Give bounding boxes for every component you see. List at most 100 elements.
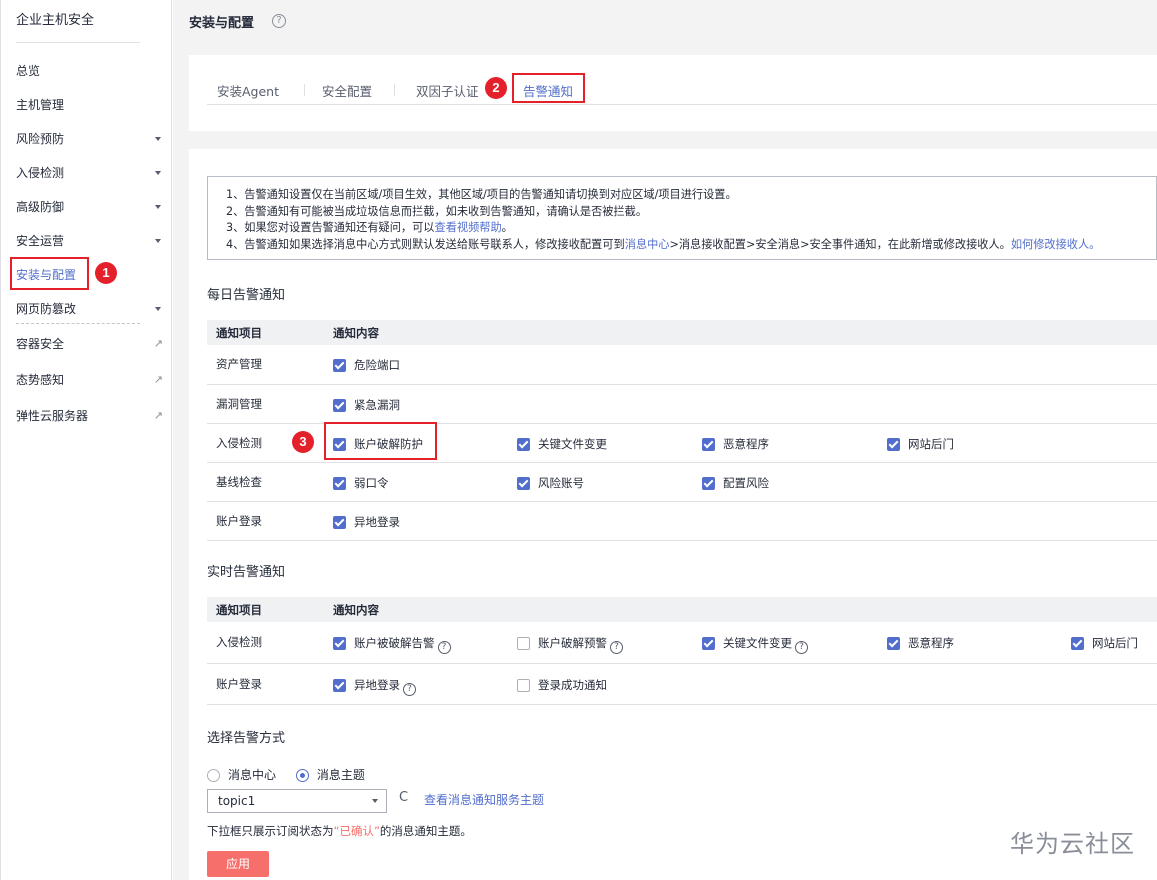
daily-alarm-title: 每日告警通知 <box>207 288 286 303</box>
checkbox-checked-icon <box>333 637 346 650</box>
checkbox-unchecked-icon <box>517 637 530 650</box>
row-label: 入侵检测 <box>207 622 324 664</box>
sidebar-item-intrusion-detection[interactable]: 入侵检测 <box>16 163 161 183</box>
topic-select[interactable]: topic1 <box>207 789 387 813</box>
highlight-box-step3 <box>324 422 437 460</box>
checkbox-checked-icon <box>702 637 715 650</box>
help-icon[interactable]: ? <box>610 641 623 654</box>
row-label: 账户登录 <box>207 663 324 705</box>
chevron-down-icon <box>372 799 378 803</box>
table-row: 漏洞管理 紧急漏洞 <box>207 384 1157 424</box>
external-link-icon: ↗ <box>153 409 163 422</box>
checkbox-checked-icon <box>1071 637 1084 650</box>
checkbox-malware[interactable]: 恶意程序 <box>887 635 954 651</box>
checkbox-config-risk[interactable]: 配置风险 <box>702 475 769 491</box>
row-label: 账户登录 <box>207 501 324 541</box>
help-icon[interactable]: ? <box>437 641 451 654</box>
checkbox-key-file-change[interactable]: 关键文件变更? <box>702 635 808 654</box>
sidebar-item-container-security[interactable]: 容器安全 ↗ <box>16 334 163 354</box>
refresh-icon[interactable]: C <box>399 790 408 805</box>
content-panel: 1、告警通知设置仅在当前区域/项目生效，其他区域/项目的告警通知请切换到对应区域… <box>189 149 1157 880</box>
checkbox-unchecked-icon <box>517 678 530 692</box>
checkbox-remote-login[interactable]: 异地登录 <box>333 514 400 530</box>
column-header: 通知内容 <box>324 597 1157 622</box>
checkbox-critical-vuln[interactable]: 紧急漏洞 <box>333 397 400 413</box>
tab-alarm-notification[interactable]: 告警通知 <box>523 81 573 100</box>
alarm-method-radio-group: 消息中心 消息主题 <box>207 766 365 783</box>
sidebar-item-situation-awareness[interactable]: 态势感知 ↗ <box>16 370 163 390</box>
checkbox-remote-login[interactable]: 异地登录? <box>333 677 416 696</box>
sidebar-item-risk-prevention[interactable]: 风险预防 <box>16 129 161 149</box>
realtime-alarm-title: 实时告警通知 <box>207 565 286 580</box>
sidebar-item-ecs[interactable]: 弹性云服务器 ↗ <box>16 406 163 426</box>
checkbox-checked-icon <box>333 515 346 529</box>
checkbox-key-file-change[interactable]: 关键文件变更 <box>517 436 607 452</box>
checkbox-webshell[interactable]: 网站后门 <box>887 436 954 452</box>
page-title: 安装与配置 <box>189 16 255 31</box>
checkbox-checked-icon <box>887 437 900 451</box>
sidebar-item-security-operations[interactable]: 安全运营 <box>16 231 161 251</box>
help-icon[interactable]: ? <box>272 14 286 28</box>
chevron-down-icon <box>155 137 161 141</box>
table-row: 基线检查 弱口令 风险账号 配置风险 <box>207 462 1157 502</box>
checkbox-checked-icon <box>517 437 530 451</box>
checkbox-account-cracked-alarm[interactable]: 账户被破解告警? <box>333 635 451 654</box>
checkbox-checked-icon <box>517 476 530 490</box>
sidebar-item-overview[interactable]: 总览 <box>16 61 161 81</box>
table-row: 入侵检测 账户被破解告警? 账户破解预警? 关键文件变更? 恶意程序 网站后门 <box>207 622 1157 664</box>
notice-line: 2、告警通知有可能被当成垃圾信息而拦截，如未收到告警通知，请确认是否被拦截。 <box>226 204 648 218</box>
tab-security-config[interactable]: 安全配置 <box>322 81 372 100</box>
checkbox-login-success-notify[interactable]: 登录成功通知 <box>517 677 607 693</box>
chevron-down-icon <box>155 307 161 311</box>
checkbox-checked-icon <box>333 678 346 692</box>
video-help-link[interactable]: 查看视频帮助 <box>435 221 502 234</box>
chevron-down-icon <box>155 171 161 175</box>
sidebar-item-host-management[interactable]: 主机管理 <box>16 95 161 115</box>
modify-recipient-link[interactable]: 如何修改接收人。 <box>1011 238 1101 251</box>
help-icon[interactable]: ? <box>403 682 416 696</box>
checkbox-checked-icon <box>702 437 715 451</box>
radio-selected-icon <box>295 769 309 782</box>
sidebar: 企业主机安全 总览 主机管理 风险预防 入侵检测 高级防御 安全运营 安装与配置… <box>0 0 172 880</box>
realtime-alarm-table: 通知项目 通知内容 入侵检测 账户被破解告警? 账户破解预警? 关键文件变更? … <box>207 597 1157 705</box>
help-icon[interactable]: ? <box>795 641 808 654</box>
checkbox-dangerous-port[interactable]: 危险端口 <box>333 357 400 373</box>
chevron-down-icon <box>155 205 161 209</box>
table-row: 账户登录 异地登录? 登录成功通知 <box>207 663 1157 705</box>
tabs-panel: 安装Agent 安全配置 双因子认证 2 告警通知 <box>189 55 1157 131</box>
step3-badge: 3 <box>292 431 314 453</box>
view-topic-link[interactable]: 查看消息通知服务主题 <box>424 791 544 808</box>
radio-message-topic[interactable]: 消息主题 <box>295 768 365 782</box>
highlight-box-step1 <box>10 257 89 290</box>
sidebar-item-advanced-defense[interactable]: 高级防御 <box>16 197 161 217</box>
row-label: 资产管理 <box>207 345 324 385</box>
row-label: 基线检查 <box>207 462 324 502</box>
checkbox-checked-icon <box>333 398 346 412</box>
alarm-method-title: 选择告警方式 <box>207 731 286 746</box>
external-link-icon: ↗ <box>153 373 163 386</box>
radio-unselected-icon <box>207 769 220 782</box>
column-header: 通知项目 <box>207 597 324 622</box>
column-header: 通知内容 <box>324 320 1157 345</box>
notice-line: 1、告警通知设置仅在当前区域/项目生效，其他区域/项目的告警通知请切换到对应区域… <box>226 188 737 201</box>
checkbox-malware[interactable]: 恶意程序 <box>702 436 769 452</box>
external-link-icon: ↗ <box>153 337 163 350</box>
column-header: 通知项目 <box>207 320 324 345</box>
sidebar-item-web-tamper-protection[interactable]: 网页防篡改 <box>16 299 161 319</box>
checkbox-risky-account[interactable]: 风险账号 <box>517 475 584 491</box>
checkbox-webshell[interactable]: 网站后门 <box>1071 635 1138 651</box>
divider <box>16 42 140 43</box>
divider <box>16 323 140 324</box>
checkbox-brute-force-warning[interactable]: 账户破解预警? <box>517 635 623 654</box>
table-header-row: 通知项目 通知内容 <box>207 597 1157 622</box>
step1-badge: 1 <box>95 262 117 284</box>
checkbox-checked-icon <box>702 476 715 490</box>
message-center-link[interactable]: 消息中心 <box>625 238 670 251</box>
main-area: 安装与配置 ? 安装Agent 安全配置 双因子认证 2 告警通知 1、告警通知… <box>173 0 1157 880</box>
tab-install-agent[interactable]: 安装Agent <box>217 81 279 100</box>
apply-button[interactable]: 应用 <box>207 851 269 877</box>
radio-message-center[interactable]: 消息中心 <box>207 768 276 782</box>
tab-two-factor-auth[interactable]: 双因子认证 <box>416 81 479 100</box>
notice-line: 4、告警通知如果选择消息中心方式则默认发送给账号联系人，修改接收配置可到消息中心… <box>226 237 1101 251</box>
checkbox-weak-password[interactable]: 弱口令 <box>333 475 389 491</box>
